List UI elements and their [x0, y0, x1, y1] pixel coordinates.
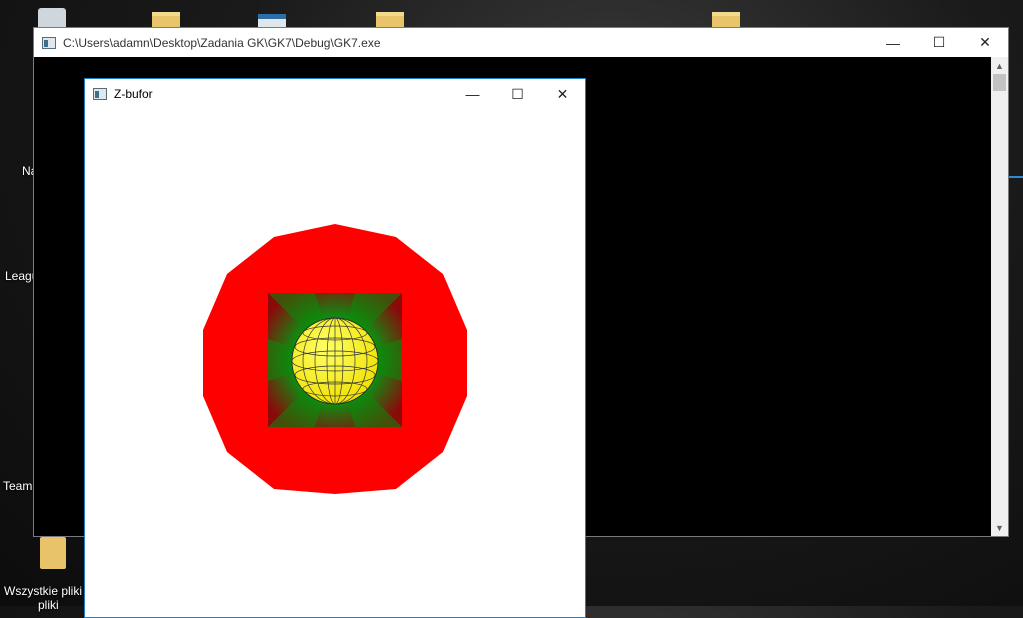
- maximize-button[interactable]: ☐: [916, 28, 962, 57]
- taskbar-accent: [1009, 176, 1023, 178]
- zbuffer-title: Z-bufor: [114, 87, 153, 101]
- vertical-scrollbar[interactable]: ▲ ▼: [991, 57, 1008, 536]
- yellow-sphere: [291, 317, 379, 405]
- maximize-button[interactable]: ☐: [495, 79, 540, 109]
- minimize-button[interactable]: —: [870, 28, 916, 57]
- console-app-icon: [42, 36, 56, 49]
- render-canvas: [203, 224, 467, 494]
- zbuffer-titlebar[interactable]: Z-bufor — ☐ ✕: [85, 79, 585, 109]
- minimize-button[interactable]: —: [450, 79, 495, 109]
- console-titlebar[interactable]: C:\Users\adamn\Desktop\Zadania GK\GK7\De…: [34, 28, 1008, 57]
- zbuffer-window: Z-bufor — ☐ ✕: [84, 78, 586, 618]
- close-button[interactable]: ✕: [540, 79, 585, 109]
- scroll-up-arrow-icon[interactable]: ▲: [991, 57, 1008, 74]
- zbuffer-app-icon: [93, 88, 107, 100]
- desktop-label[interactable]: Team: [3, 479, 32, 493]
- file-icon[interactable]: [40, 537, 66, 569]
- scroll-down-arrow-icon[interactable]: ▼: [991, 519, 1008, 536]
- console-title: C:\Users\adamn\Desktop\Zadania GK\GK7\De…: [63, 35, 381, 50]
- desktop-label[interactable]: pliki: [38, 598, 59, 612]
- desktop-label[interactable]: Wszystkie pliki: [4, 584, 82, 598]
- close-button[interactable]: ✕: [962, 28, 1008, 57]
- scroll-thumb[interactable]: [993, 74, 1006, 91]
